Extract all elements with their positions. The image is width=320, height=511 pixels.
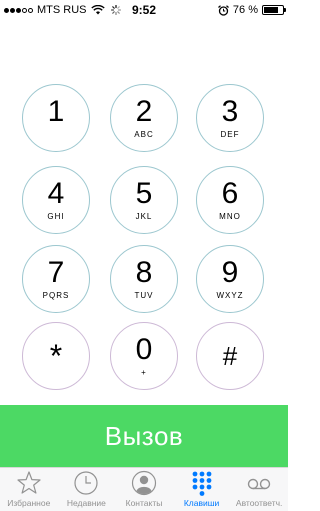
key-4[interactable]: 4 GHI [22,166,90,234]
key-7[interactable]: 7 PQRS [22,245,90,313]
key-digit: # [222,341,238,371]
key-digit: * [49,338,63,374]
key-digit: 0 [135,333,153,366]
key-digit: 7 [47,256,65,289]
key-star[interactable]: * [22,322,90,390]
key-digit: 5 [135,177,153,210]
key-letters: ABC [134,130,154,139]
key-9[interactable]: 9 WXYZ [196,245,264,313]
star-icon [17,471,41,494]
key-digit: 8 [135,256,153,289]
key-5[interactable]: 5 JKL [110,166,178,234]
call-button-label: Вызов [104,420,184,451]
tab-keypad[interactable]: Клавиши [173,468,231,511]
tab-label: Автоответч. [235,498,283,508]
voicemail-icon [247,478,271,490]
keypad-icon [192,471,211,496]
key-letters: TUV [134,291,154,300]
key-digit: 2 [135,95,153,128]
key-letters: GHI [47,212,65,221]
call-button[interactable]: Вызов [0,405,288,467]
key-3[interactable]: 3 DEF [196,84,264,152]
tab-bar: Избранное Недавние Контакты Клавиши Авто… [0,467,288,511]
phone-screen: MTS RUS 9:52 76 % 1 2 ABC 3 DEF 4 GHI 5 … [0,0,288,511]
tab-voicemail[interactable]: Автоответч. [230,468,288,511]
key-0[interactable]: 0 + [110,322,178,390]
key-digit: 9 [221,256,239,289]
clock-icon [74,471,98,495]
keypad: 1 2 ABC 3 DEF 4 GHI 5 JKL 6 MNO 7 PQRS 8 [0,0,288,400]
key-letters: WXYZ [216,291,244,300]
key-digit: 3 [221,95,239,128]
contact-icon [131,470,157,496]
key-6[interactable]: 6 MNO [196,166,264,234]
key-letters: DEF [220,130,240,139]
tab-favorites[interactable]: Избранное [0,468,58,511]
key-digit: 1 [47,95,65,128]
key-8[interactable]: 8 TUV [110,245,178,313]
key-hash[interactable]: # [196,322,264,390]
key-letters: JKL [135,212,153,221]
tab-label: Контакты [125,498,163,508]
tab-label: Недавние [66,498,106,508]
tab-contacts[interactable]: Контакты [115,468,173,511]
key-digit: 4 [47,177,65,210]
key-letters: + [141,368,147,377]
key-digit: 6 [221,177,239,210]
tab-label: Клавиши [183,498,220,508]
tab-recents[interactable]: Недавние [58,468,116,511]
key-1[interactable]: 1 [22,84,90,152]
key-letters: MNO [219,212,241,221]
tab-label: Избранное [7,498,51,508]
key-letters: PQRS [42,291,70,300]
key-2[interactable]: 2 ABC [110,84,178,152]
